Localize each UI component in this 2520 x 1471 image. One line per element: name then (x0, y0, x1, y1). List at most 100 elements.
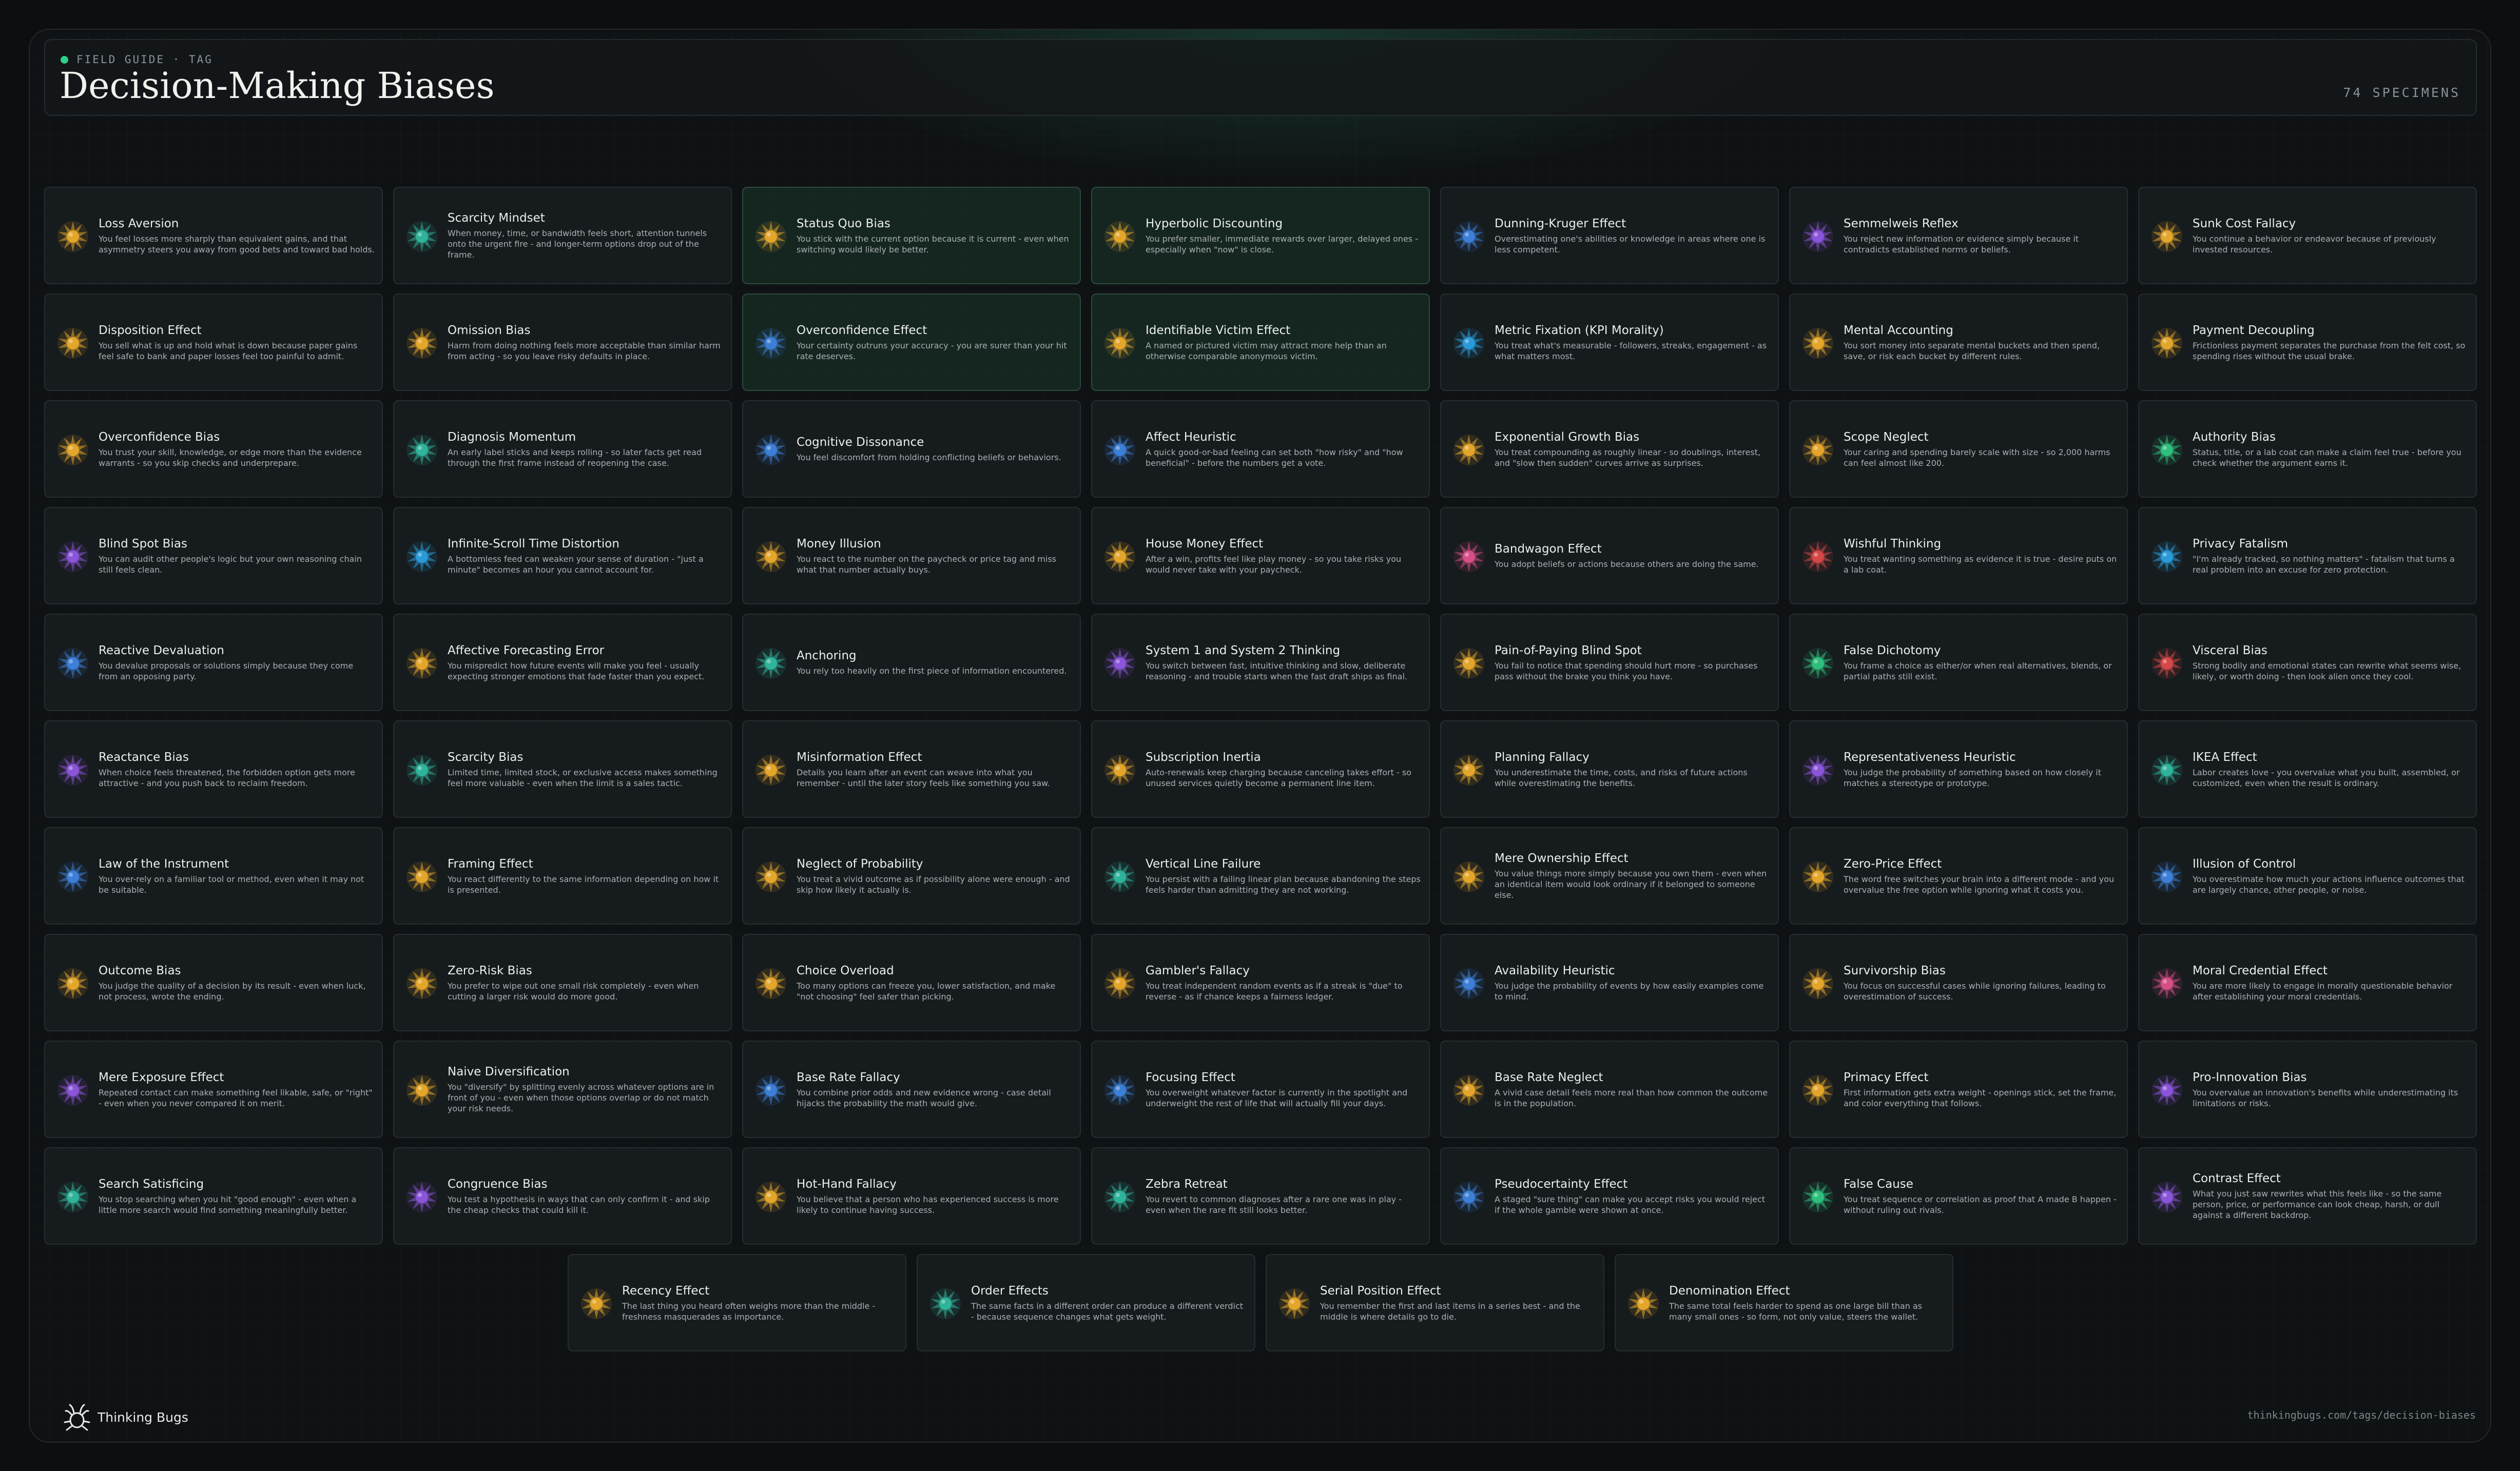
bias-description: Details you learn after an event can wea… (797, 767, 1050, 788)
bias-card[interactable]: Primacy Effect First information gets ext… (1789, 1041, 2128, 1138)
bias-card[interactable]: Recency Effect The last thing you heard o… (568, 1254, 906, 1351)
bias-card[interactable]: Overconfidence Bias You trust your skill,… (44, 400, 383, 498)
bias-card[interactable]: Zebra Retreat You revert to common diagno… (1091, 1147, 1430, 1245)
bias-description: You rely too heavily on the first piece … (797, 666, 1067, 676)
bias-card[interactable]: Infinite-Scroll Time Distortion A bottoml… (393, 507, 732, 604)
bias-name: Choice Overload (797, 964, 894, 977)
bias-name: Exponential Growth Bias (1495, 430, 1640, 444)
bias-card[interactable]: Contrast Effect What you just saw rewrite… (2138, 1147, 2477, 1245)
bias-description: First information gets extra weight - op… (1844, 1087, 2117, 1108)
bias-card[interactable]: Status Quo Bias You stick with the curren… (742, 187, 1081, 284)
bias-name: Anchoring (797, 649, 857, 662)
bias-name: Wishful Thinking (1844, 537, 1942, 551)
bias-name: Denomination Effect (1669, 1284, 1790, 1298)
bias-card[interactable]: Omission Bias Harm from doing nothing fee… (393, 293, 732, 391)
bias-card[interactable]: Scope Neglect Your caring and spending ba… (1789, 400, 2128, 498)
bias-card[interactable]: Pain-of-Paying Blind Spot You fail to not… (1440, 614, 1779, 711)
bias-card[interactable]: Outcome Bias You judge the quality of a d… (44, 934, 383, 1031)
bug-specimen-icon (755, 861, 786, 892)
bias-card[interactable]: Affective Forecasting Error You mispredic… (393, 614, 732, 711)
footer-brand[interactable]: Thinking Bugs (61, 1401, 188, 1434)
bias-name: Dunning-Kruger Effect (1495, 217, 1626, 230)
bias-card[interactable]: Planning Fallacy You underestimate the ti… (1440, 720, 1779, 818)
bias-card[interactable]: Pseudocertainty Effect A staged "sure thi… (1440, 1147, 1779, 1245)
bias-card[interactable]: Scarcity Bias Limited time, limited stock… (393, 720, 732, 818)
bias-card-text: Misinformation Effect Details you learn a… (797, 721, 1073, 817)
bias-card[interactable]: Payment Decoupling Frictionless payment s… (2138, 293, 2477, 391)
bias-card[interactable]: Survivorship Bias You focus on successful… (1789, 934, 2128, 1031)
bias-card[interactable]: Loss Aversion You feel losses more sharpl… (44, 187, 383, 284)
bias-card[interactable]: Reactance Bias When choice feels threaten… (44, 720, 383, 818)
bias-card[interactable]: Money Illusion You react to the number on… (742, 507, 1081, 604)
bias-card[interactable]: System 1 and System 2 Thinking You switch… (1091, 614, 1430, 711)
bias-card[interactable]: Misinformation Effect Details you learn a… (742, 720, 1081, 818)
bias-card[interactable]: Overconfidence Effect Your certainty outr… (742, 293, 1081, 391)
bias-card[interactable]: Vertical Line Failure You persist with a … (1091, 827, 1430, 925)
bias-card[interactable]: Moral Credential Effect You are more like… (2138, 934, 2477, 1031)
bias-card[interactable]: Subscription Inertia Auto-renewals keep c… (1091, 720, 1430, 818)
bias-card[interactable]: House Money Effect After a win, profits f… (1091, 507, 1430, 604)
bias-card[interactable]: Law of the Instrument You over-rely on a … (44, 827, 383, 925)
bias-card-text: False Cause You treat sequence or correla… (1844, 1148, 2120, 1244)
bias-card-text: Subscription Inertia Auto-renewals keep c… (1146, 721, 1422, 817)
bias-card[interactable]: Framing Effect You react differently to t… (393, 827, 732, 925)
footer-url[interactable]: thinkingbugs.com/tags/decision-biases (2247, 1409, 2476, 1421)
bias-card[interactable]: Hyperbolic Discounting You prefer smaller… (1091, 187, 1430, 284)
bias-card[interactable]: Blind Spot Bias You can audit other peopl… (44, 507, 383, 604)
bias-card[interactable]: Metric Fixation (KPI Morality) You treat … (1440, 293, 1779, 391)
bias-card[interactable]: Denomination Effect The same total feels … (1615, 1254, 1953, 1351)
bias-name: Blind Spot Bias (99, 537, 187, 551)
bias-card[interactable]: Neglect of Probability You treat a vivid … (742, 827, 1081, 925)
bias-card[interactable]: Base Rate Neglect A vivid case detail fee… (1440, 1041, 1779, 1138)
bug-specimen-icon (755, 221, 786, 252)
bias-card[interactable]: Authority Bias Status, title, or a lab co… (2138, 400, 2477, 498)
bias-card[interactable]: Diagnosis Momentum An early label sticks … (393, 400, 732, 498)
bias-card[interactable]: Base Rate Fallacy You combine prior odds … (742, 1041, 1081, 1138)
bias-card[interactable]: False Cause You treat sequence or correla… (1789, 1147, 2128, 1245)
bias-card[interactable]: Availability Heuristic You judge the prob… (1440, 934, 1779, 1031)
bias-card[interactable]: Visceral Bias Strong bodily and emotional… (2138, 614, 2477, 711)
bias-description: Harm from doing nothing feels more accep… (448, 340, 721, 361)
bias-card[interactable]: Sunk Cost Fallacy You continue a behavior… (2138, 187, 2477, 284)
bias-card[interactable]: Semmelweis Reflex You reject new informat… (1789, 187, 2128, 284)
bias-card[interactable]: Privacy Fatalism "I'm already tracked, so… (2138, 507, 2477, 604)
bias-name: Identifiable Victim Effect (1146, 323, 1291, 337)
bias-card[interactable]: Identifiable Victim Effect A named or pic… (1091, 293, 1430, 391)
bias-card[interactable]: Scarcity Mindset When money, time, or ban… (393, 187, 732, 284)
bias-card[interactable]: Hot-Hand Fallacy You believe that a perso… (742, 1147, 1081, 1245)
bias-card-text: Reactive Devaluation You devalue proposal… (99, 615, 375, 710)
bias-card[interactable]: Cognitive Dissonance You feel discomfort … (742, 400, 1081, 498)
bias-card-text: Serial Position Effect You remember the f… (1320, 1255, 1596, 1350)
bias-card-text: Overconfidence Effect Your certainty outr… (797, 295, 1073, 390)
bias-card[interactable]: Mental Accounting You sort money into sep… (1789, 293, 2128, 391)
bug-specimen-icon (57, 221, 88, 252)
bias-card[interactable]: Disposition Effect You sell what is up an… (44, 293, 383, 391)
bias-card[interactable]: Affect Heuristic A quick good-or-bad feel… (1091, 400, 1430, 498)
bias-card[interactable]: IKEA Effect Labor creates love - you over… (2138, 720, 2477, 818)
bias-card[interactable]: Order Effects The same facts in a differe… (917, 1254, 1255, 1351)
bias-card[interactable]: Zero-Price Effect The word free switches … (1789, 827, 2128, 925)
bias-card[interactable]: Choice Overload Too many options can free… (742, 934, 1081, 1031)
bias-card[interactable]: Reactive Devaluation You devalue proposal… (44, 614, 383, 711)
bias-description: After a win, profits feel like play mone… (1146, 554, 1402, 575)
bias-card[interactable]: Wishful Thinking You treat wanting someth… (1789, 507, 2128, 604)
bias-card[interactable]: Gambler's Fallacy You treat independent r… (1091, 934, 1430, 1031)
bias-card[interactable]: Focusing Effect You overweight whatever f… (1091, 1041, 1430, 1138)
bias-card[interactable]: Pro-Innovation Bias You overvalue an inno… (2138, 1041, 2477, 1138)
bias-card[interactable]: False Dichotomy You frame a choice as eit… (1789, 614, 2128, 711)
bias-card[interactable]: Exponential Growth Bias You treat compoun… (1440, 400, 1779, 498)
bias-name: Law of the Instrument (99, 857, 229, 871)
bias-card[interactable]: Naive Diversification You "diversify" by … (393, 1041, 732, 1138)
bias-card[interactable]: Anchoring You rely too heavily on the fir… (742, 614, 1081, 711)
bias-card[interactable]: Illusion of Control You overestimate how … (2138, 827, 2477, 925)
bias-card[interactable]: Dunning-Kruger Effect Overestimating one'… (1440, 187, 1779, 284)
page-title: Decision-Making Biases (60, 65, 495, 107)
bias-card[interactable]: Bandwagon Effect You adopt beliefs or act… (1440, 507, 1779, 604)
bias-card[interactable]: Mere Exposure Effect Repeated contact can… (44, 1041, 383, 1138)
bias-card[interactable]: Zero-Risk Bias You prefer to wipe out one… (393, 934, 732, 1031)
bias-card[interactable]: Serial Position Effect You remember the f… (1266, 1254, 1604, 1351)
bias-card[interactable]: Congruence Bias You test a hypothesis in … (393, 1147, 732, 1245)
bias-card[interactable]: Mere Ownership Effect You value things mo… (1440, 827, 1779, 925)
bias-card[interactable]: Representativeness Heuristic You judge th… (1789, 720, 2128, 818)
bias-card[interactable]: Search Satisficing You stop searching whe… (44, 1147, 383, 1245)
